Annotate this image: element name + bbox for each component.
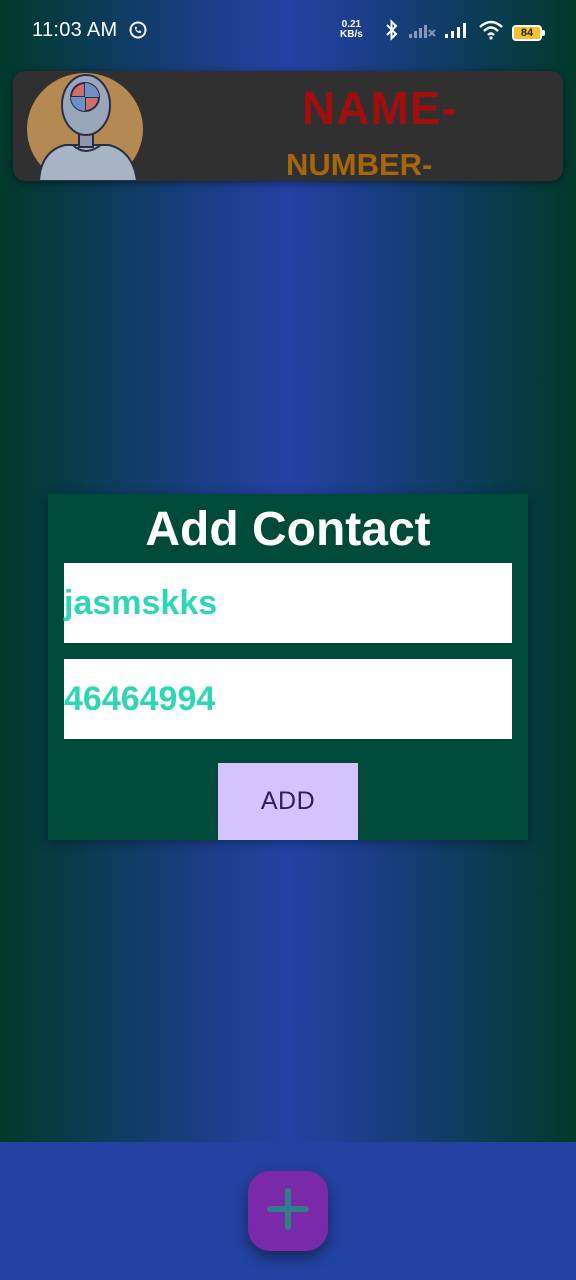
signal-icon-1 (408, 21, 436, 44)
wifi-icon (478, 20, 504, 45)
header-name-label: NAME- (302, 82, 458, 134)
name-input[interactable]: jasmskks (64, 563, 512, 643)
signal-icon-2 (444, 21, 470, 44)
robot-avatar-icon (25, 71, 157, 181)
status-time: 11:03 AM (32, 19, 118, 41)
contact-header-card: NAME- NUMBER- (13, 71, 563, 181)
add-button[interactable]: ADD (218, 763, 358, 840)
net-speed-unit: KB/s (340, 29, 363, 40)
status-bar: 11:03 AM 0.21 KB/s 84 (0, 0, 576, 62)
number-input[interactable]: 46464994 (64, 659, 512, 739)
dialog-title: Add Contact (145, 503, 431, 556)
whatsapp-icon (129, 21, 147, 39)
bluetooth-icon (384, 19, 400, 46)
add-contact-dialog: Add Contact jasmskks 46464994 ADD (48, 494, 528, 840)
header-number-label: NUMBER- (286, 147, 433, 181)
battery-icon: 84 (512, 24, 545, 41)
plus-icon (266, 1187, 310, 1236)
status-icons: 84 (384, 19, 545, 46)
add-fab-button[interactable] (248, 1171, 328, 1251)
net-speed: 0.21 KB/s (340, 20, 363, 40)
